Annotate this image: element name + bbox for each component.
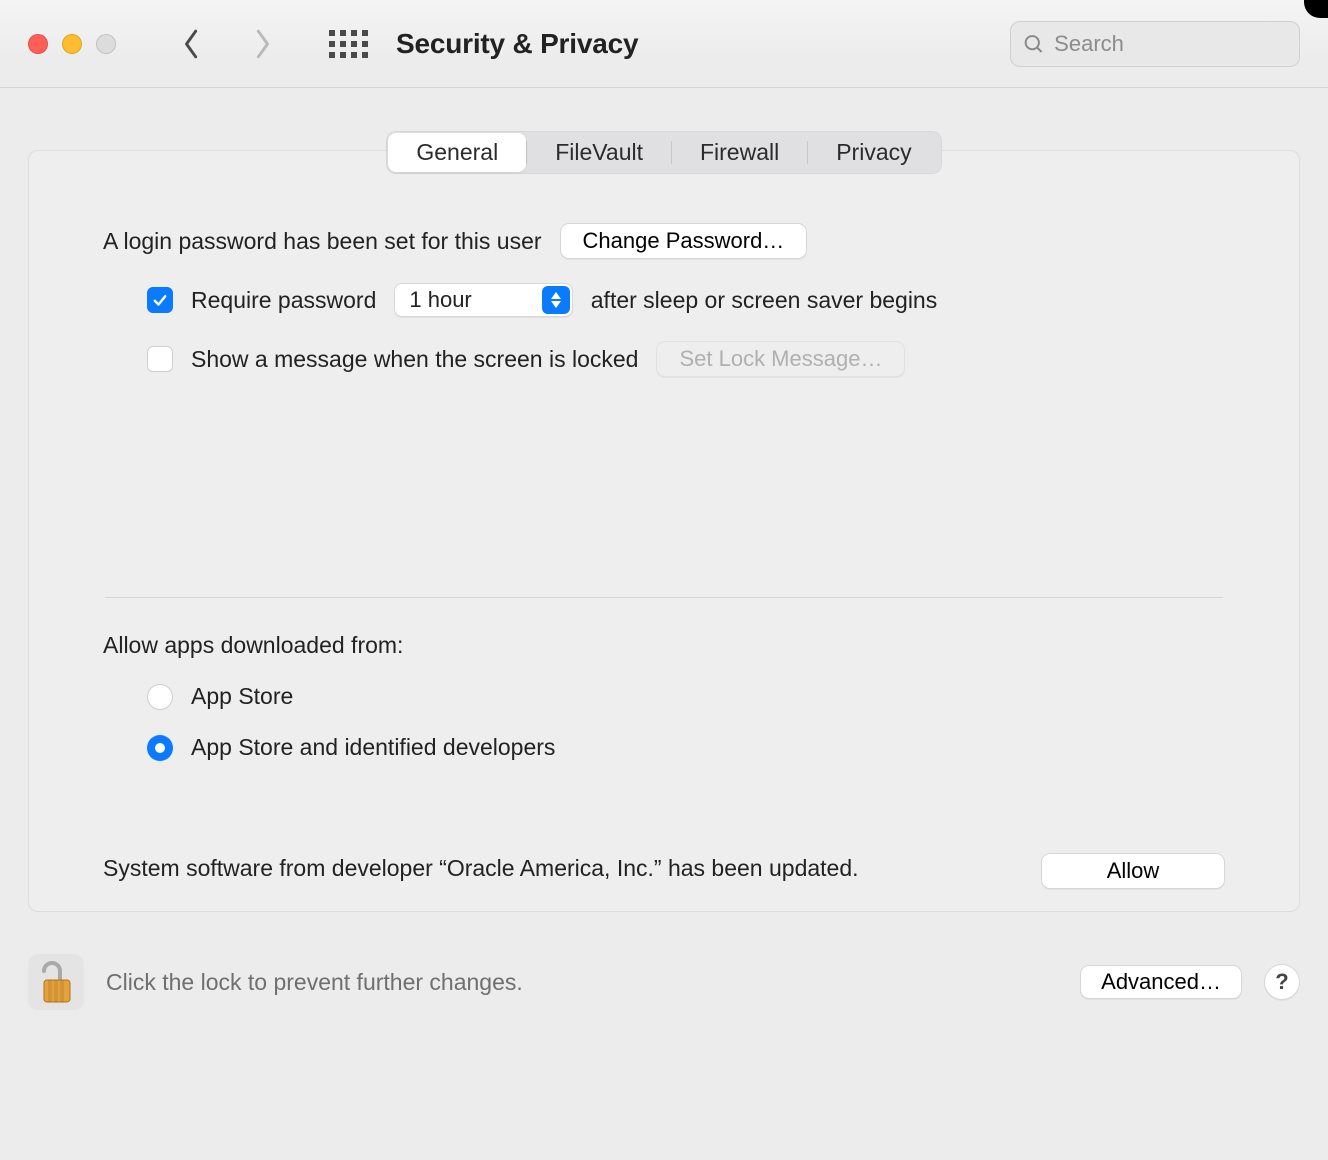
radio-app-store[interactable] xyxy=(147,684,173,710)
tab-privacy[interactable]: Privacy xyxy=(808,133,939,172)
button-label: Set Lock Message… xyxy=(679,346,882,371)
window-zoom-button[interactable] xyxy=(96,34,116,54)
nav-forward-button[interactable] xyxy=(242,24,282,64)
login-password-summary: A login password has been set for this u… xyxy=(103,228,542,255)
radio-label: App Store and identified developers xyxy=(191,734,555,761)
lock-open-icon xyxy=(36,960,76,1004)
search-icon xyxy=(1023,32,1044,56)
tab-filevault[interactable]: FileVault xyxy=(527,133,671,172)
preferences-panel: General FileVault Firewall Privacy A log… xyxy=(28,150,1300,912)
system-software-message: System software from developer “Oracle A… xyxy=(103,853,1001,884)
button-label: Change Password… xyxy=(583,228,785,253)
select-value: 1 hour xyxy=(409,287,541,313)
tab-label: General xyxy=(416,139,498,165)
help-button[interactable]: ? xyxy=(1264,964,1300,1000)
window-title: Security & Privacy xyxy=(396,28,638,60)
show-lock-message-checkbox[interactable] xyxy=(147,346,173,372)
radio-app-store-and-identified[interactable] xyxy=(147,735,173,761)
button-label: Allow xyxy=(1107,858,1160,883)
require-password-delay-select[interactable]: 1 hour xyxy=(394,283,572,317)
tab-general[interactable]: General xyxy=(388,133,526,172)
tab-bar: General FileVault Firewall Privacy xyxy=(29,131,1299,174)
tab-label: Firewall xyxy=(700,139,779,165)
advanced-button[interactable]: Advanced… xyxy=(1080,965,1242,999)
checkmark-icon xyxy=(151,291,169,309)
lock-message: Click the lock to prevent further change… xyxy=(106,969,523,996)
grid-icon xyxy=(329,30,368,58)
chevron-up-down-icon xyxy=(542,286,570,314)
window-titlebar: Security & Privacy xyxy=(0,0,1328,88)
nav-history xyxy=(172,24,282,64)
require-password-checkbox[interactable] xyxy=(147,287,173,313)
lock-button[interactable] xyxy=(28,954,84,1010)
after-sleep-suffix: after sleep or screen saver begins xyxy=(591,287,937,314)
search-field[interactable] xyxy=(1010,21,1300,67)
window-minimize-button[interactable] xyxy=(62,34,82,54)
tab-label: FileVault xyxy=(555,139,643,165)
button-label: Advanced… xyxy=(1101,969,1221,994)
tab-label: Privacy xyxy=(836,139,911,165)
window-controls xyxy=(28,34,116,54)
search-input[interactable] xyxy=(1054,31,1287,57)
require-password-label: Require password xyxy=(191,287,376,314)
footer-bar: Click the lock to prevent further change… xyxy=(28,954,1300,1010)
show-all-prefs-button[interactable] xyxy=(328,24,368,64)
section-divider xyxy=(105,597,1223,598)
help-icon: ? xyxy=(1275,969,1288,995)
tab-firewall[interactable]: Firewall xyxy=(672,133,807,172)
nav-back-button[interactable] xyxy=(172,24,212,64)
window-close-button[interactable] xyxy=(28,34,48,54)
radio-label: App Store xyxy=(191,683,293,710)
show-lock-message-label: Show a message when the screen is locked xyxy=(191,346,638,373)
change-password-button[interactable]: Change Password… xyxy=(560,223,808,259)
allow-button[interactable]: Allow xyxy=(1041,853,1225,889)
set-lock-message-button: Set Lock Message… xyxy=(656,341,905,377)
allow-apps-heading: Allow apps downloaded from: xyxy=(103,632,1225,659)
